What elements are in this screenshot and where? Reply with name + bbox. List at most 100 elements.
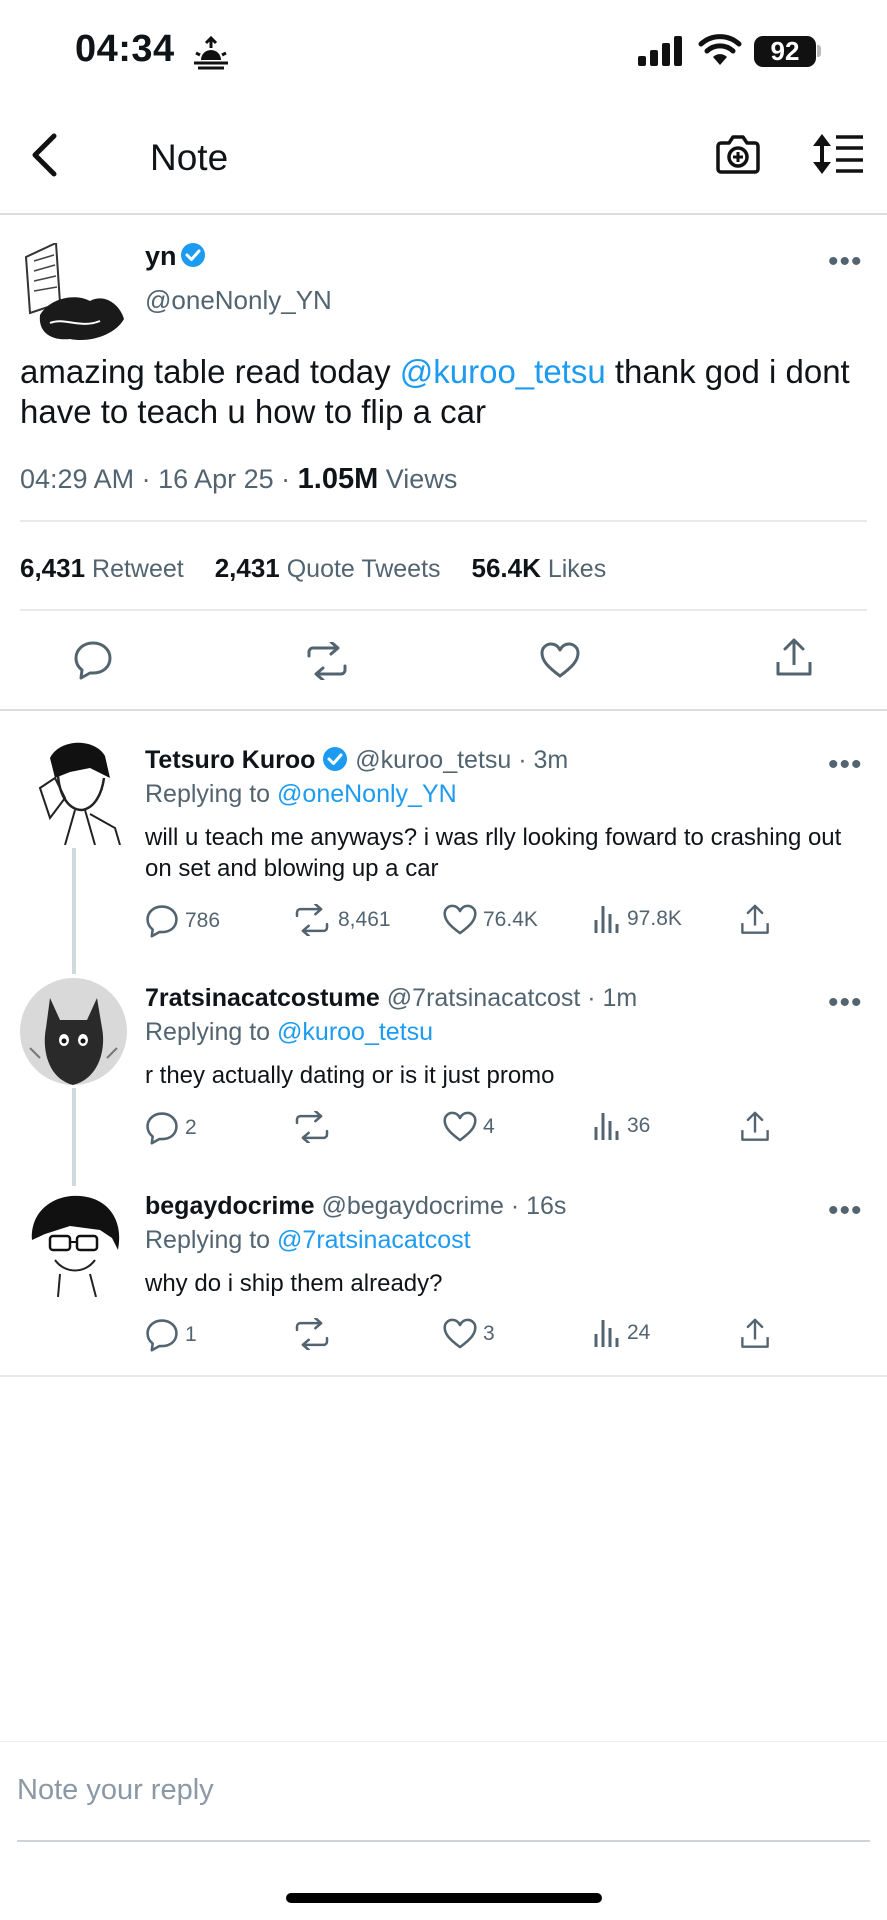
more-options-icon[interactable]: •••: [828, 1194, 863, 1228]
mention-link[interactable]: @oneNonly_YN: [277, 780, 457, 808]
more-options-icon[interactable]: •••: [828, 245, 863, 279]
retweet-icon: [292, 1318, 332, 1350]
like-button[interactable]: 3: [443, 1318, 495, 1349]
retweets-count: 8,461: [338, 908, 391, 931]
likes-count: 4: [483, 1114, 495, 1138]
avatar[interactable]: [20, 978, 127, 1085]
reply-author-name: 7ratsinacatcostume: [145, 984, 380, 1012]
tweet-stats: 6,431 Retweet 2,431 Quote Tweets 56.4K L…: [20, 553, 630, 584]
replying-label: Replying to: [145, 780, 278, 808]
heart-icon: [443, 1111, 477, 1142]
verified-badge-icon: [322, 746, 348, 772]
reply-author-name: Tetsuro Kuroo: [145, 746, 316, 774]
share-icon: [740, 1111, 770, 1143]
retweet-icon: [292, 904, 332, 936]
tweet-text-part: amazing table read today: [20, 353, 400, 390]
retweet-button[interactable]: [292, 1318, 338, 1350]
divider: [20, 609, 867, 611]
views-button[interactable]: 97.8K: [593, 904, 682, 934]
likes-count: 76.4K: [483, 907, 538, 931]
likes-count: 56.4K: [471, 553, 541, 583]
home-indicator[interactable]: [286, 1893, 602, 1903]
retweet-button[interactable]: [303, 642, 351, 680]
likes-stat[interactable]: 56.4K Likes: [471, 553, 607, 583]
retweets-count: 6,431: [20, 553, 86, 583]
battery-nub: [817, 45, 821, 57]
replying-label: Replying to: [145, 1018, 278, 1046]
share-icon: [740, 1318, 770, 1350]
thread-line: [72, 848, 76, 974]
views-button[interactable]: 36: [593, 1111, 650, 1141]
mention-link[interactable]: @7ratsinacatcost: [277, 1226, 471, 1254]
composer-top-divider: [0, 1741, 887, 1742]
mention-link[interactable]: @kuroo_tetsu: [277, 1018, 433, 1046]
retweet-icon: [292, 1111, 332, 1143]
like-button[interactable]: 4: [443, 1111, 495, 1142]
sort-icon[interactable]: [812, 133, 864, 175]
replying-to: Replying to @7ratsinacatcost: [145, 1226, 471, 1255]
views-count: 97.8K: [627, 907, 682, 930]
camera-icon[interactable]: [715, 133, 761, 175]
author-name[interactable]: yn: [145, 241, 177, 272]
page-title: Note: [150, 137, 229, 178]
views-label: Views: [378, 464, 458, 494]
verified-badge-icon: [180, 242, 206, 268]
divider: [20, 520, 867, 522]
reply-input[interactable]: Note your reply: [17, 1774, 214, 1807]
sunrise-icon: [192, 36, 230, 70]
tweet-timestamp: 04:29 AM · 16 Apr 25 ·: [20, 464, 298, 494]
author-handle[interactable]: @oneNonly_YN: [145, 285, 332, 316]
views-count: 24: [627, 1321, 651, 1344]
more-options-icon[interactable]: •••: [828, 986, 863, 1020]
quotes-count: 2,431: [214, 553, 280, 583]
wifi-icon: [698, 33, 742, 67]
more-options-icon[interactable]: •••: [828, 748, 863, 782]
reply-author[interactable]: begaydocrime @begaydocrime · 16s: [145, 1192, 566, 1221]
analytics-icon: [593, 1111, 621, 1141]
reply-button[interactable]: [73, 640, 113, 680]
replying-to: Replying to @kuroo_tetsu: [145, 1018, 433, 1047]
retweets-label: Retweet: [92, 555, 184, 583]
reply-handle: @begaydocrime · 16s: [321, 1192, 567, 1220]
analytics-icon: [593, 904, 621, 934]
avatar[interactable]: [20, 738, 127, 845]
analytics-icon: [593, 1318, 621, 1348]
thread-end-divider: [0, 1375, 887, 1377]
battery-indicator: 92: [754, 36, 816, 67]
thread-line: [72, 1088, 76, 1186]
section-divider: [0, 709, 887, 711]
reply-input-underline: [17, 1840, 870, 1842]
reply-text: why do i ship them already?: [145, 1270, 443, 1297]
like-button[interactable]: [540, 642, 580, 678]
reply-button[interactable]: 2: [145, 1111, 197, 1145]
quotes-stat[interactable]: 2,431 Quote Tweets: [214, 553, 441, 583]
share-button[interactable]: [775, 638, 813, 678]
retweet-button[interactable]: 8,461: [292, 904, 391, 936]
reply-text: r they actually dating or is it just pro…: [145, 1062, 555, 1089]
avatar[interactable]: [20, 1190, 127, 1297]
avatar[interactable]: [20, 243, 127, 350]
tweet-meta: 04:29 AM · 16 Apr 25 · 1.05M Views: [20, 463, 457, 496]
retweets-stat[interactable]: 6,431 Retweet: [20, 553, 184, 583]
reply-button[interactable]: 1: [145, 1318, 197, 1352]
replies-count: 2: [185, 1116, 197, 1139]
likes-label: Likes: [547, 555, 607, 583]
status-time: 04:34: [75, 28, 175, 70]
mention-link[interactable]: @kuroo_tetsu: [400, 353, 606, 390]
back-button[interactable]: [28, 132, 62, 178]
quotes-label: Quote Tweets: [286, 555, 441, 583]
like-button[interactable]: 76.4K: [443, 904, 538, 935]
reply-button[interactable]: 786: [145, 904, 220, 938]
views-button[interactable]: 24: [593, 1318, 650, 1348]
share-button[interactable]: [740, 904, 770, 936]
share-button[interactable]: [740, 1318, 770, 1350]
header-divider: [0, 213, 887, 215]
reply-icon: [145, 1111, 179, 1145]
retweet-button[interactable]: [292, 1111, 338, 1143]
replies-count: 786: [185, 909, 221, 932]
reply-author[interactable]: 7ratsinacatcostume @7ratsinacatcost · 1m: [145, 984, 637, 1013]
replies-count: 1: [185, 1323, 197, 1346]
reply-handle: @7ratsinacatcost · 1m: [386, 984, 638, 1012]
reply-author[interactable]: Tetsuro Kuroo @kuroo_tetsu · 3m: [145, 746, 568, 775]
share-button[interactable]: [740, 1111, 770, 1143]
